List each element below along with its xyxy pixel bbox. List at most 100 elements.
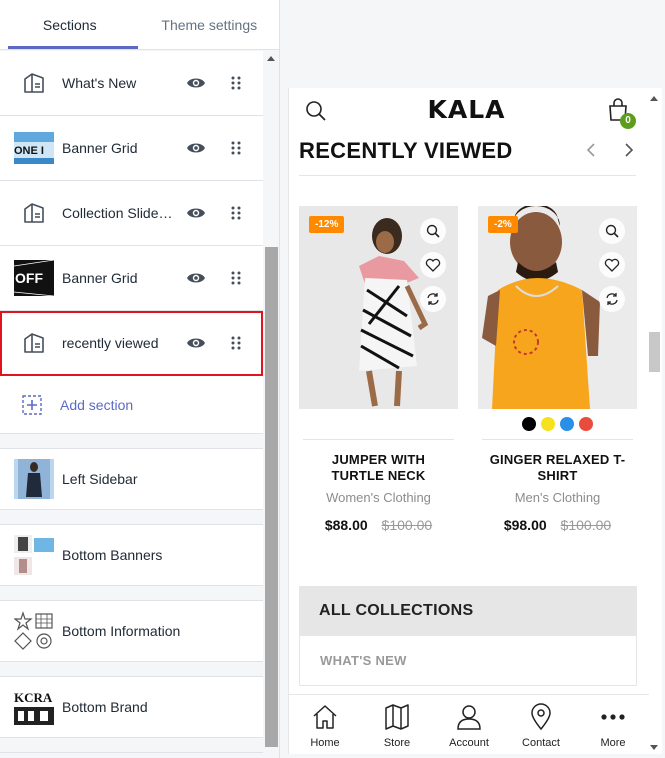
scroll-up-arrow-icon[interactable]	[650, 96, 658, 101]
card-divider	[303, 439, 454, 440]
store-header: KALA 0	[289, 88, 662, 132]
bottom-banners-thumbnail	[14, 535, 54, 575]
chevron-right-icon[interactable]	[623, 142, 635, 158]
cart-count-badge: 0	[620, 113, 636, 129]
nav-contact[interactable]: Contact	[505, 695, 577, 754]
refresh-icon	[427, 293, 439, 305]
static-section-bottom-brand[interactable]: KCRA Bottom Brand	[0, 677, 263, 738]
section-label: Banner Grid	[62, 140, 138, 156]
store-logo[interactable]: KALA	[289, 95, 644, 124]
section-list: What's New ONE I Banner Grid Collection …	[0, 51, 263, 758]
tab-theme-settings[interactable]: Theme settings	[140, 0, 280, 49]
eye-icon[interactable]	[186, 75, 206, 91]
search-icon	[426, 224, 440, 238]
quick-view-button[interactable]	[420, 218, 446, 244]
mobile-preview: KALA 0 RECENTLY VIEWED -12% JUMPER WITH …	[288, 88, 662, 754]
scrollbar-thumb[interactable]	[649, 332, 660, 372]
section-gap	[0, 510, 263, 525]
color-swatch[interactable]	[541, 417, 555, 431]
heart-icon	[425, 258, 441, 272]
product-name[interactable]: GINGER RELAXED T-SHIRT	[478, 452, 637, 484]
section-layout-icon	[14, 193, 54, 233]
section-label: Collection Slider…	[62, 205, 176, 221]
nav-label: Home	[310, 737, 340, 749]
compare-button[interactable]	[599, 286, 625, 312]
section-label: What's New	[62, 75, 137, 91]
banner-thumbnail: ONE I	[14, 128, 54, 168]
recently-viewed-title: RECENTLY VIEWED	[299, 138, 513, 163]
nav-more[interactable]: More	[577, 695, 649, 754]
section-gap	[0, 662, 263, 677]
add-section-icon	[22, 394, 42, 415]
drag-handle-icon[interactable]	[230, 335, 242, 351]
tab-sections[interactable]: Sections	[0, 0, 140, 49]
user-icon	[457, 705, 481, 730]
eye-icon[interactable]	[186, 205, 206, 221]
section-item-recently-viewed[interactable]: recently viewed	[0, 311, 263, 376]
location-pin-icon	[531, 703, 551, 731]
product-category: Men's Clothing	[514, 490, 601, 505]
drag-handle-icon[interactable]	[230, 270, 242, 286]
banner-thumbnail: OFF	[14, 258, 54, 298]
eye-icon[interactable]	[186, 270, 206, 286]
static-section-bottom-banners[interactable]: Bottom Banners	[0, 525, 263, 586]
section-label: Bottom Information	[62, 623, 181, 639]
nav-home[interactable]: Home	[289, 695, 361, 754]
product-price: $98.00	[503, 517, 547, 533]
sections-scrollbar[interactable]	[263, 51, 279, 758]
preview-scrollbar[interactable]	[648, 92, 661, 754]
collection-item-whats-new[interactable]: WHAT'S NEW	[299, 636, 637, 686]
color-swatches-empty	[299, 409, 458, 439]
map-icon	[385, 704, 409, 730]
discount-badge: -12%	[309, 216, 345, 233]
static-section-left-sidebar[interactable]: Left Sidebar	[0, 449, 263, 510]
section-item-whats-new[interactable]: What's New	[0, 51, 263, 116]
eye-icon[interactable]	[186, 335, 206, 351]
scrollbar-thumb[interactable]	[265, 247, 278, 747]
section-gap	[0, 586, 263, 601]
nav-account[interactable]: Account	[433, 695, 505, 754]
drag-handle-icon[interactable]	[230, 75, 242, 91]
product-name[interactable]: JUMPER WITH TURTLE NECK	[299, 452, 458, 484]
product-card[interactable]: -2% GINGER RELAXED T-SHIRT Men's Clothin…	[478, 206, 637, 533]
nav-label: Store	[383, 737, 411, 749]
product-old-price: $100.00	[381, 517, 433, 533]
scroll-down-arrow-icon[interactable]	[650, 745, 658, 750]
nav-label: Contact	[522, 737, 560, 749]
static-section-bottom-information[interactable]: Bottom Information	[0, 601, 263, 662]
home-icon	[313, 705, 337, 729]
more-dots-icon	[601, 714, 625, 720]
color-swatch[interactable]	[560, 417, 574, 431]
drag-handle-icon[interactable]	[230, 205, 242, 221]
quick-view-button[interactable]	[599, 218, 625, 244]
product-image[interactable]: -2%	[478, 206, 637, 409]
section-layout-icon	[14, 63, 54, 103]
section-item-banner-grid-2[interactable]: OFF Banner Grid	[0, 246, 263, 311]
search-icon	[605, 224, 619, 238]
wishlist-button[interactable]	[599, 252, 625, 278]
card-divider	[482, 439, 633, 440]
eye-icon[interactable]	[186, 140, 206, 156]
section-gap	[0, 738, 263, 753]
collections-title: ALL COLLECTIONS	[299, 586, 637, 636]
add-section-label: Add section	[60, 396, 134, 413]
section-layout-icon	[14, 323, 54, 363]
heart-icon	[604, 258, 620, 272]
product-image[interactable]: -12%	[299, 206, 458, 409]
left-sidebar-thumbnail	[14, 459, 54, 499]
color-swatch[interactable]	[579, 417, 593, 431]
drag-handle-icon[interactable]	[230, 140, 242, 156]
product-price: $88.00	[324, 517, 368, 533]
section-label: recently viewed	[62, 335, 159, 351]
scroll-up-arrow-icon[interactable]	[267, 56, 275, 61]
section-item-collection-slider[interactable]: Collection Slider…	[0, 181, 263, 246]
compare-button[interactable]	[420, 286, 446, 312]
chevron-left-icon[interactable]	[585, 142, 597, 158]
section-item-banner-grid[interactable]: ONE I Banner Grid	[0, 116, 263, 181]
nav-store[interactable]: Store	[361, 695, 433, 754]
color-swatch[interactable]	[522, 417, 536, 431]
add-section-button[interactable]: Add section	[0, 376, 263, 434]
bottom-navigation: Home Store Account Contact More	[289, 694, 649, 754]
wishlist-button[interactable]	[420, 252, 446, 278]
product-card[interactable]: -12% JUMPER WITH TURTLE NECK Women's Clo…	[299, 206, 458, 533]
